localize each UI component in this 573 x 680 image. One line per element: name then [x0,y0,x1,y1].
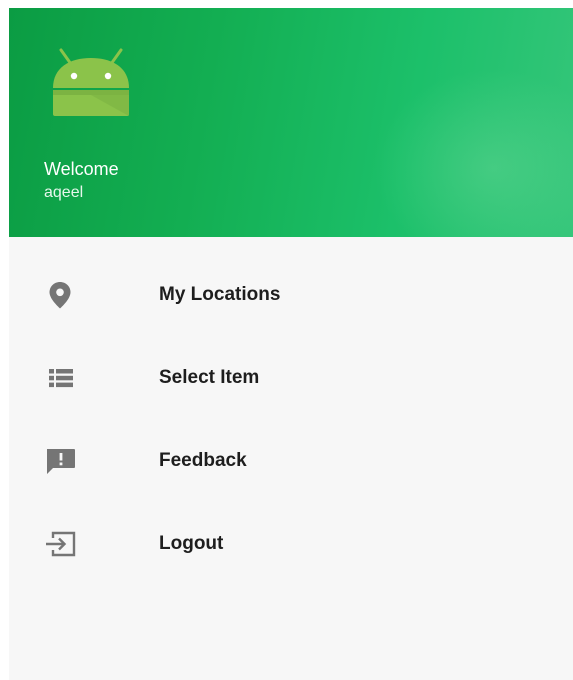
header-glow [373,68,573,237]
menu-item-label: Feedback [159,450,247,471]
feedback-icon [47,449,75,474]
username-text: aqeel [44,184,84,201]
menu-item-select-item[interactable]: Select Item [9,348,573,408]
list-icon [49,369,73,388]
menu-item-logout[interactable]: Logout [9,514,573,574]
welcome-text: Welcome [44,159,119,179]
menu-item-my-locations[interactable]: My Locations [9,265,573,325]
logout-icon [46,531,76,557]
location-pin-icon [49,282,71,309]
menu-item-feedback[interactable]: Feedback [9,431,573,491]
menu-item-label: Logout [159,533,224,554]
drawer-header: Welcome aqeel [9,8,573,237]
android-robot-icon [53,48,129,116]
menu-item-label: Select Item [159,367,260,388]
menu-item-label: My Locations [159,284,281,305]
navigation-drawer: Welcome aqeel My Locations Select Item F… [9,8,573,680]
